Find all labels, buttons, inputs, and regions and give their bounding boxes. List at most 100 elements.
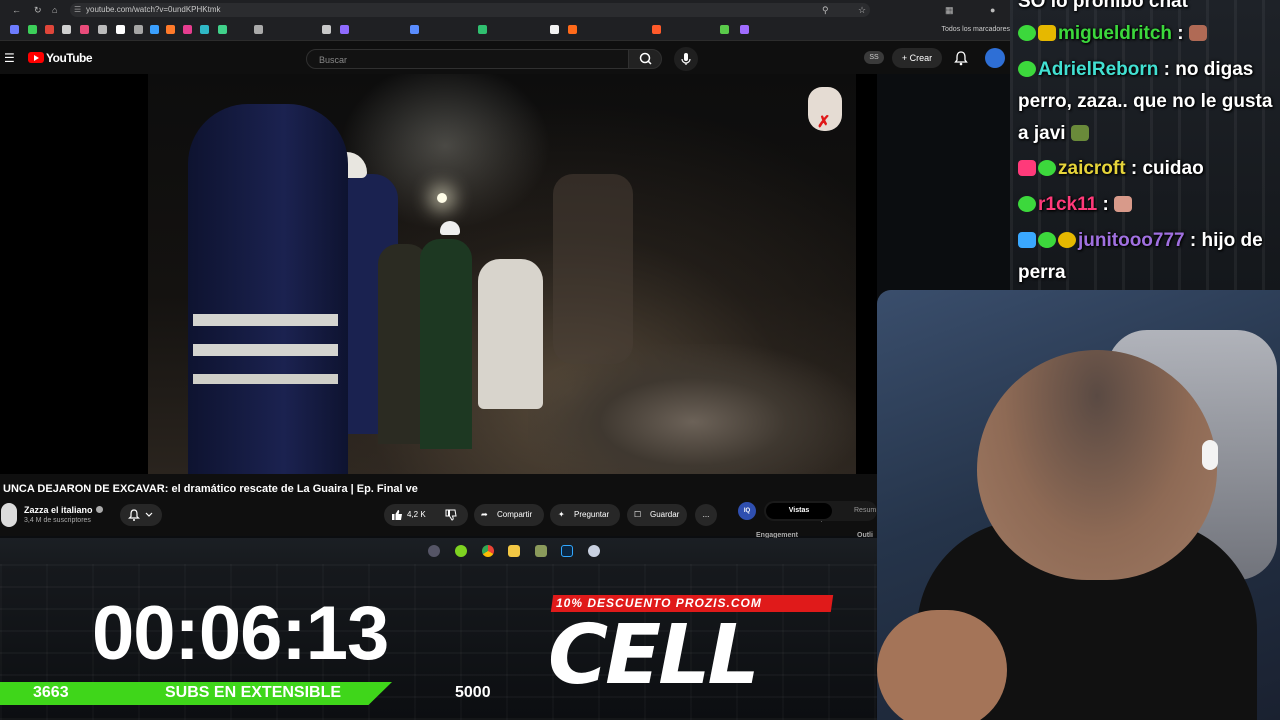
chat-message: AdrielReborn : no digas perro, zaza.. qu… [1018, 54, 1276, 150]
chat-username[interactable]: AdrielReborn [1038, 59, 1158, 80]
earbud-icon [1202, 440, 1218, 470]
bookmark-icon[interactable] [218, 25, 227, 34]
bookmark-icon[interactable] [134, 25, 143, 34]
chat-message: SO lo prohibo chat [1018, 0, 1276, 18]
bookmark-icon[interactable] [80, 25, 89, 34]
app-icon[interactable] [535, 545, 547, 557]
bookmark-icon[interactable] [28, 25, 37, 34]
bookmark-icon[interactable] [568, 25, 577, 34]
webcam-person-arm [877, 610, 1007, 720]
chat-text: : [1172, 23, 1189, 44]
bookmark-icon[interactable] [652, 25, 661, 34]
subscription-bell-button[interactable] [120, 504, 162, 526]
chat-username[interactable]: zaicroft [1058, 158, 1126, 179]
badge-icon [1038, 232, 1056, 248]
extension-panel-icon[interactable]: IQ [738, 502, 756, 520]
voice-search-button[interactable] [674, 47, 698, 71]
video-scene-officer [188, 104, 348, 474]
search-box[interactable] [306, 49, 630, 70]
ask-label: Preguntar [574, 510, 610, 519]
extensions-icon[interactable]: ▦ [945, 4, 954, 16]
bookmark-icon[interactable] [740, 25, 749, 34]
save-button[interactable]: ☐ Guardar [627, 504, 687, 526]
back-icon[interactable]: ← [12, 4, 21, 16]
bookmark-icon[interactable] [116, 25, 125, 34]
start-icon[interactable] [428, 545, 440, 557]
search-input[interactable] [317, 50, 621, 70]
tab-vistas[interactable]: Vistas [766, 503, 832, 519]
notifications-bell-icon[interactable] [952, 49, 970, 67]
app-icon[interactable] [588, 545, 600, 557]
share-icon: ➦ [481, 510, 488, 519]
badge-icon [1038, 160, 1056, 176]
bookmark-icon[interactable] [254, 25, 263, 34]
channel-avatar[interactable] [1, 503, 17, 527]
search-button[interactable] [628, 49, 662, 69]
play-icon [34, 55, 39, 61]
more-actions-button[interactable]: ... [695, 504, 717, 526]
chat-username[interactable]: junitooo777 [1078, 230, 1185, 251]
bookmark-icon[interactable] [720, 25, 729, 34]
app-icon[interactable] [455, 545, 467, 557]
chat-username[interactable]: migueldritch [1058, 23, 1172, 44]
share-label: Compartir [497, 510, 533, 519]
bookmark-icon[interactable] [200, 25, 209, 34]
bookmark-icon[interactable] [550, 25, 559, 34]
video-info-bar: UNCA DEJARON DE EXCAVAR: el dramático re… [0, 474, 877, 539]
share-button[interactable]: ➦ Compartir [474, 504, 544, 526]
chat-text: SO lo prohibo chat [1018, 0, 1188, 12]
subs-goal-count: 5000 [455, 684, 491, 701]
profile-icon[interactable]: ● [990, 4, 995, 16]
star-bookmark-icon[interactable]: ☆ [858, 4, 866, 16]
bookmarks-bar: Todos los marcadores [0, 20, 1010, 41]
tab-resumen[interactable]: Resum [854, 503, 876, 519]
address-text: youtube.com/watch?v=0undKPHKtmk [86, 5, 221, 14]
reload-icon[interactable]: ↻ [34, 4, 42, 16]
bookmark-icon[interactable] [150, 25, 159, 34]
stream-timer: 00:06:13 [92, 591, 389, 676]
folder-icon[interactable] [508, 545, 520, 557]
like-dislike-group: 4,2 K [384, 504, 822, 526]
subs-current-count: 3663 [33, 684, 69, 701]
badge-icon [1018, 25, 1036, 41]
extension-badge[interactable]: SS [864, 51, 884, 64]
bookmark-icon[interactable] [45, 25, 54, 34]
reflective-stripe [193, 314, 338, 326]
bookmarks-folder[interactable]: Todos los marcadores [942, 26, 1010, 33]
create-label: Crear [909, 53, 933, 63]
chat-username[interactable]: r1ck11 [1038, 194, 1097, 215]
bookmark-icon[interactable] [183, 25, 192, 34]
red-cross-icon: ✗ [817, 114, 831, 131]
video-frame[interactable] [148, 74, 856, 474]
channel-subscribers: 3,4 M de suscriptores [24, 517, 91, 524]
home-icon[interactable]: ⌂ [52, 4, 57, 16]
bookmark-icon[interactable] [10, 25, 19, 34]
youtube-logo-text[interactable]: YouTube [46, 51, 93, 65]
address-bar[interactable]: ☰ youtube.com/watch?v=0undKPHKtmk [70, 3, 870, 17]
brand-logo: CELL [548, 608, 760, 703]
channel-name[interactable]: Zazza el italiano [24, 505, 93, 515]
zoom-icon[interactable]: ⚲ [822, 4, 829, 16]
ask-button[interactable]: ✦ Preguntar [550, 504, 620, 526]
chat-message: zaicroft : cuidao [1018, 153, 1276, 185]
photoshop-icon[interactable] [561, 545, 573, 557]
bookmark-icon[interactable] [62, 25, 71, 34]
bookmark-icon[interactable] [410, 25, 419, 34]
account-avatar[interactable] [985, 48, 1005, 68]
microphone-icon [681, 53, 691, 65]
bookmark-icon[interactable] [478, 25, 487, 34]
bell-chevron-icon [128, 509, 153, 521]
hamburger-menu-icon[interactable]: ☰ [4, 51, 15, 65]
site-info-icon[interactable]: ☰ [74, 3, 81, 17]
bookmark-icon[interactable] [322, 25, 331, 34]
bookmark-icon[interactable] [166, 25, 175, 34]
like-count[interactable]: 4,2 K [407, 504, 426, 526]
emote-icon [1070, 125, 1089, 141]
create-button[interactable]: + Crear [892, 48, 942, 68]
browser-tabbar: ← ↻ ⌂ ☰ youtube.com/watch?v=0undKPHKtmk … [0, 0, 1010, 20]
chrome-icon[interactable] [482, 545, 494, 557]
bookmark-icon[interactable] [340, 25, 349, 34]
thumbs-up-icon[interactable] [390, 508, 404, 522]
bookmark-icon[interactable] [98, 25, 107, 34]
thumbs-down-icon[interactable] [444, 508, 458, 522]
